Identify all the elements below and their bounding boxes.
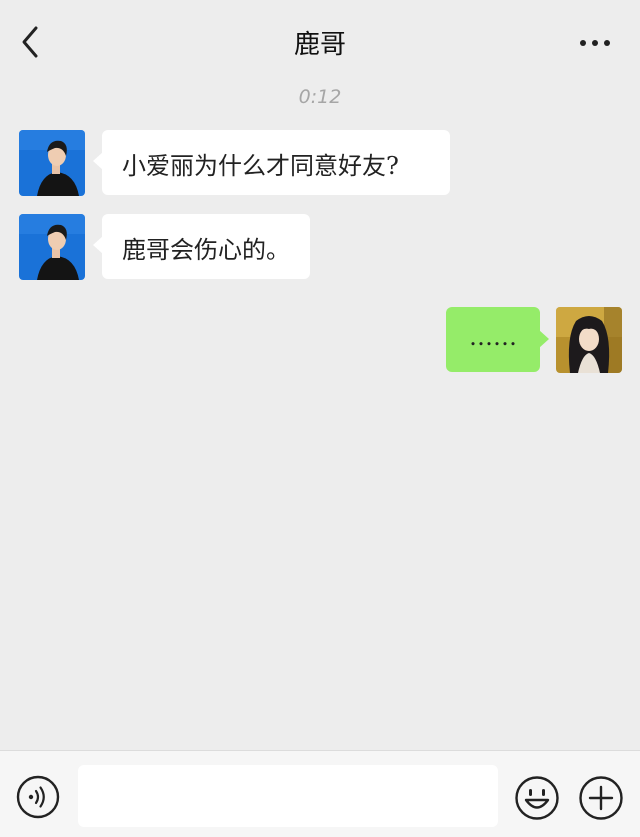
voice-button[interactable] [16, 775, 60, 819]
more-horizontal-icon [580, 40, 610, 46]
add-more-button[interactable] [578, 775, 624, 821]
emoji-button[interactable] [514, 775, 560, 821]
message-bubble-outgoing[interactable]: …… [446, 307, 549, 372]
chat-header: 鹿哥 [0, 0, 640, 80]
user-avatar[interactable] [556, 307, 622, 373]
back-button[interactable] [14, 22, 50, 62]
contact-avatar[interactable] [19, 130, 85, 196]
message-text: 小爱丽为什么才同意好友? [122, 152, 399, 180]
chevron-left-icon [22, 26, 38, 58]
message-bubble-incoming[interactable]: 小爱丽为什么才同意好友? [93, 130, 450, 195]
contact-avatar[interactable] [19, 214, 85, 280]
message-input[interactable] [78, 765, 498, 827]
emoji-icon [515, 776, 559, 820]
voice-icon [16, 775, 60, 819]
more-button[interactable] [574, 28, 616, 58]
message-text: 鹿哥会伤心的。 [122, 236, 290, 264]
chat-title: 鹿哥 [293, 30, 346, 60]
message-timestamp: 0:12 [298, 86, 342, 108]
plus-icon [579, 776, 623, 820]
message-text: …… [469, 323, 517, 351]
chat-input-bar [0, 750, 640, 837]
message-bubble-incoming[interactable]: 鹿哥会伤心的。 [93, 214, 310, 279]
